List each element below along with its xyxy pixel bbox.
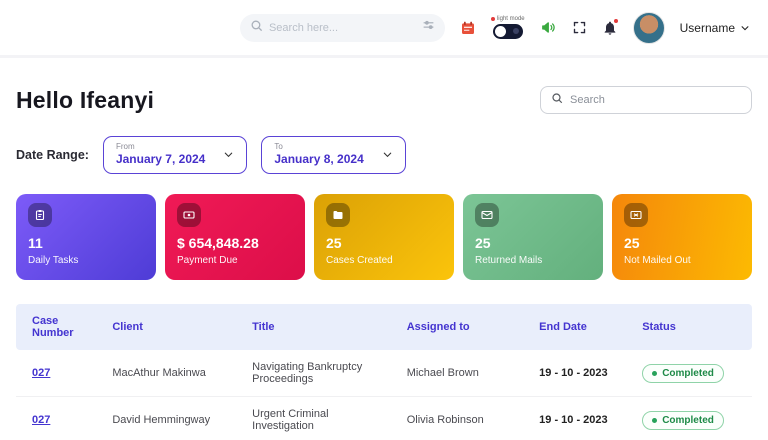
date-range-label: Date Range: <box>16 148 89 162</box>
stat-value: 11 <box>28 235 43 251</box>
case-number-link[interactable]: 027 <box>32 414 50 426</box>
stat-value: 25 <box>624 235 640 251</box>
light-mode-dot-icon <box>490 17 495 21</box>
header-client: Client <box>104 304 245 350</box>
status-badge: Completed <box>642 363 724 383</box>
stat-label: Returned Mails <box>475 255 543 266</box>
notification-badge <box>612 17 619 24</box>
topbar-search[interactable] <box>239 13 445 42</box>
topbar: light mode Username <box>0 0 768 58</box>
stat-cards: 11 Daily Tasks $ 654,848.28 Payment Due … <box>16 194 752 280</box>
filter-icon[interactable] <box>422 19 435 37</box>
date-to-caption: To <box>274 142 283 151</box>
date-from-select[interactable]: From January 7, 2024 <box>102 136 248 174</box>
date-from-caption: From <box>115 142 135 151</box>
header-status: Status <box>634 304 752 350</box>
table-header-row: Case Number Client Title Assigned to End… <box>16 304 752 350</box>
cases-icon <box>326 203 350 227</box>
fullscreen-icon[interactable] <box>572 20 587 35</box>
end-date-cell: 19 - 10 - 2023 <box>531 396 635 440</box>
title-cell: Navigating Bankruptcy Proceedings <box>244 350 399 397</box>
status-dot-icon <box>652 417 658 423</box>
chevron-down-icon <box>383 152 392 157</box>
header-case-number: Case Number <box>16 304 105 350</box>
header-assigned-to: Assigned to <box>398 304 532 350</box>
client-cell: MacAthur Makinwa <box>104 350 245 397</box>
light-mode-label: light mode <box>490 16 525 22</box>
stat-card-cases-created: 25 Cases Created <box>314 194 454 280</box>
date-from-value: January 7, 2024 <box>115 152 206 166</box>
status-badge: Completed <box>642 410 724 430</box>
client-cell: David Hemmingway <box>104 396 245 440</box>
user-menu[interactable]: Username <box>680 21 750 35</box>
stat-value: $ 654,848.28 <box>177 235 259 251</box>
stat-card-payment-due: $ 654,848.28 Payment Due <box>165 194 305 280</box>
stat-value: 25 <box>475 235 491 251</box>
theme-toggle-group: light mode <box>490 16 525 39</box>
chevron-down-icon <box>225 152 233 157</box>
stat-value: 25 <box>326 235 342 251</box>
page-title: Hello Ifeanyi <box>16 86 155 113</box>
title-cell: Urgent Criminal Investigation <box>244 396 399 440</box>
cases-table: Case Number Client Title Assigned to End… <box>16 304 752 440</box>
header-end-date: End Date <box>531 304 635 350</box>
chevron-down-icon <box>741 25 749 30</box>
status-dot-icon <box>652 370 658 376</box>
date-range-row: Date Range: From January 7, 2024 To Janu… <box>16 136 752 174</box>
stat-label: Cases Created <box>326 255 393 266</box>
stat-label: Daily Tasks <box>28 255 79 266</box>
payment-icon <box>177 203 201 227</box>
date-to-select[interactable]: To January 8, 2024 <box>261 136 406 174</box>
page-search[interactable] <box>540 86 752 114</box>
returned-mails-icon <box>475 203 499 227</box>
stat-label: Payment Due <box>177 255 238 266</box>
stat-card-not-mailed-out: 25 Not Mailed Out <box>612 194 752 280</box>
search-icon <box>250 19 263 37</box>
assigned-to-cell: Michael Brown <box>398 350 532 397</box>
date-to-value: January 8, 2024 <box>274 152 364 166</box>
moon-icon <box>512 28 519 34</box>
announcement-icon[interactable] <box>540 19 557 36</box>
stat-card-daily-tasks: 11 Daily Tasks <box>16 194 156 280</box>
not-mailed-out-icon <box>624 203 648 227</box>
header-title: Title <box>244 304 399 350</box>
assigned-to-cell: Olivia Robinson <box>398 396 532 440</box>
username-label: Username <box>679 20 735 35</box>
calendar-icon[interactable] <box>460 20 476 36</box>
table-row: 027 MacAthur Makinwa Navigating Bankrupt… <box>16 350 752 397</box>
search-icon <box>551 91 563 109</box>
topbar-search-input[interactable] <box>268 21 416 34</box>
toggle-knob <box>494 26 506 37</box>
main-content: Hello Ifeanyi Date Range: From January 7… <box>0 58 768 440</box>
notifications-bell-icon[interactable] <box>602 17 619 36</box>
theme-toggle[interactable] <box>492 24 523 39</box>
table-row: 027 David Hemmingway Urgent Criminal Inv… <box>16 396 752 440</box>
case-number-link[interactable]: 027 <box>32 367 50 379</box>
page-search-input[interactable] <box>570 94 741 106</box>
stat-label: Not Mailed Out <box>624 255 691 266</box>
stat-card-returned-mails: 25 Returned Mails <box>463 194 603 280</box>
avatar[interactable] <box>632 11 665 44</box>
tasks-icon <box>28 203 52 227</box>
end-date-cell: 19 - 10 - 2023 <box>531 350 635 397</box>
